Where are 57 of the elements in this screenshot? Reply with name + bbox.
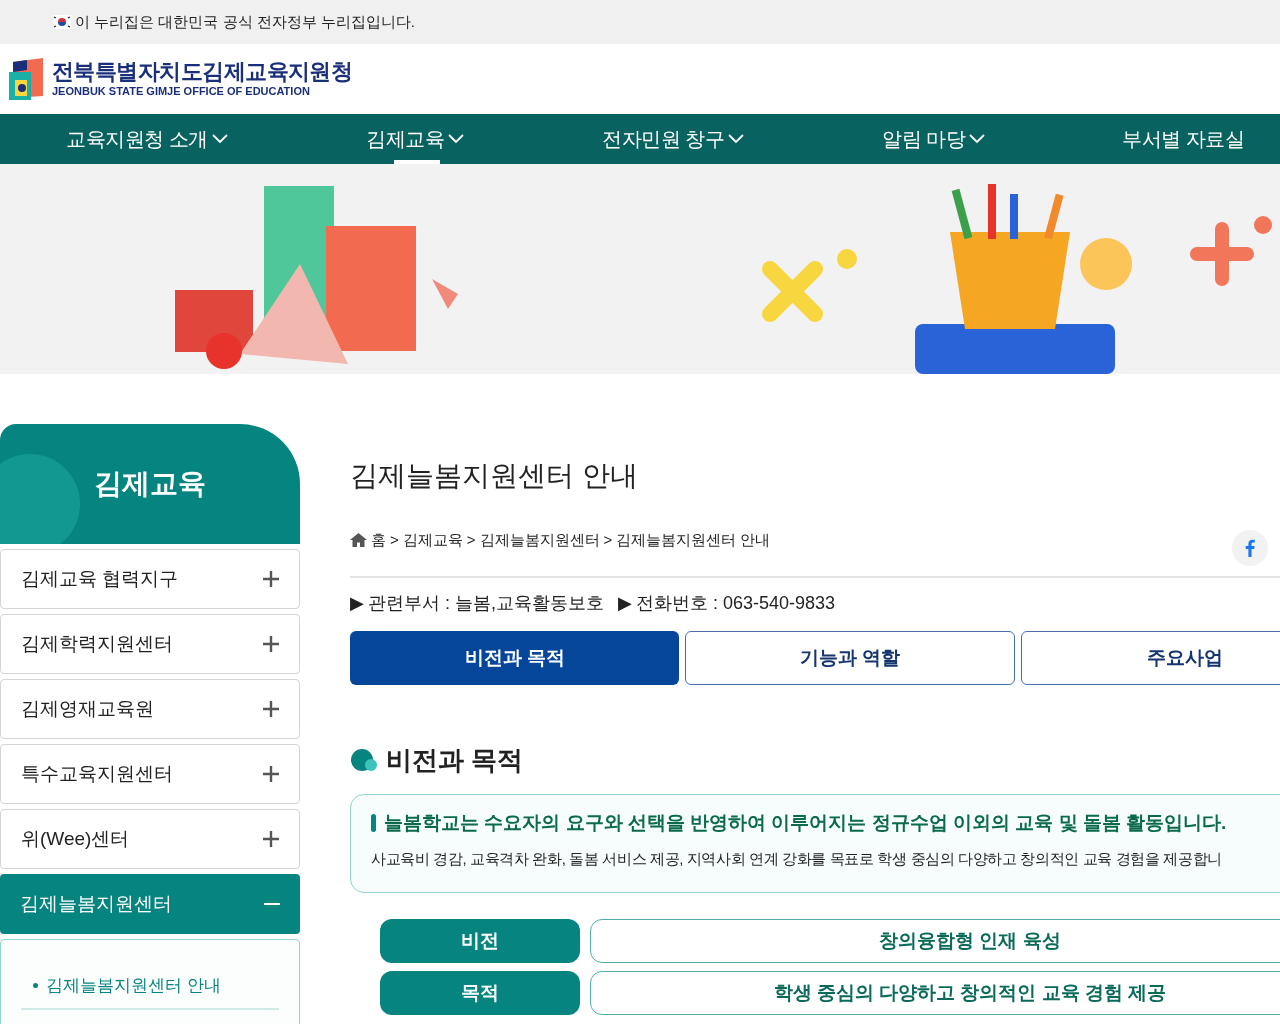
chevron-down-icon (728, 134, 745, 144)
tab[interactable]: 기능과 역할 (685, 631, 1015, 685)
breadcrumb-separator: > (466, 529, 476, 550)
bullet-icon (33, 983, 38, 988)
sidebar-header: 김제교육 (0, 424, 300, 544)
chevron-down-icon (211, 134, 228, 144)
nav-item[interactable]: 김제교육 (366, 114, 602, 164)
row-value: 창의융합형 인재 육성 (590, 919, 1280, 963)
sidebar-item[interactable]: 김제영재교육원 (0, 679, 300, 739)
minus-icon (264, 903, 280, 905)
nav-item[interactable]: 알림 마당 (882, 114, 1122, 164)
row-value: 학생 중심의 다양하고 창의적인 교육 경험 제공 (590, 971, 1280, 1015)
plus-icon (263, 636, 279, 652)
tab[interactable]: 비전과 목적 (350, 631, 680, 685)
bullet-marker: ▶ (350, 592, 364, 615)
breadcrumb-link[interactable]: 김제늘봄지원센터 안내 (616, 528, 771, 552)
nav-item[interactable]: 부서별 자료실 (1122, 114, 1272, 164)
breadcrumb-link[interactable]: 김제교육 (402, 528, 463, 552)
callout-body: 사교육비 경감, 교육격차 완화, 돌봄 서비스 제공, 지역사회 연계 강화를 목표로 학생 중심의 다양하고 창의적인 교육 경험을 제공합니 (371, 848, 1223, 869)
breadcrumb-separator: > (603, 529, 613, 550)
callout-headline: 늘봄학교는 수요자의 요구와 선택을 반영하여 이루어지는 정규수업 이외의 교육 및 돌봄 활동입니다. (384, 811, 1227, 835)
breadcrumb-link[interactable]: 김제늘봄지원센터 (479, 528, 600, 552)
nav-item[interactable]: 전자민원 창구 (602, 114, 882, 164)
logo-title[interactable]: 전북특별자치도김제교육지원청 (52, 61, 353, 83)
bullet-marker: ▶ (618, 592, 632, 615)
plus-icon (263, 766, 279, 782)
flag-icon (53, 15, 71, 29)
logo-icon (9, 58, 46, 100)
sidebar-item[interactable]: 김제학력지원센터 (0, 614, 300, 674)
tab[interactable]: 주요사업 (1020, 631, 1280, 685)
accent-bar (371, 814, 376, 833)
government-notice: 이 누리집은 대한민국 공식 전자정부 누리집입니다. (75, 11, 415, 32)
sidebar-item[interactable]: 김제늘봄지원센터 (0, 874, 300, 934)
plus-icon (263, 831, 279, 847)
plus-icon (263, 571, 279, 587)
chevron-down-icon (969, 134, 986, 144)
section-dot-icon (350, 747, 378, 774)
chevron-down-icon (448, 134, 464, 144)
info-text: 관련부서 : 늘봄,교육활동보호 (368, 592, 604, 615)
info-text: 전화번호 : 063-540-9833 (636, 592, 836, 615)
submenu-item[interactable]: 김제늘봄지원센터 안내 (21, 970, 279, 1011)
page-title: 김제늘봄지원센터 안내 (350, 462, 639, 490)
circle-pattern-icon (0, 454, 80, 544)
section-title: 비전과 목적 (386, 744, 524, 777)
facebook-share-button[interactable] (1232, 530, 1268, 566)
row-label: 목적 (380, 971, 580, 1015)
logo-subtitle: JEONBUK STATE GIMJE OFFICE OF EDUCATION (52, 86, 311, 97)
sidebar-item[interactable]: 김제교육 협력지구 (0, 549, 300, 609)
breadcrumb-link[interactable]: 홈 (371, 528, 386, 552)
sidebar-item[interactable]: 특수교육지원센터 (0, 744, 300, 804)
facebook-icon (1245, 539, 1255, 557)
plus-icon (263, 701, 279, 717)
row-label: 비전 (380, 919, 580, 963)
home-icon (350, 533, 367, 547)
nav-item[interactable]: 교육지원청 소개 (66, 114, 366, 164)
sidebar-item[interactable]: 위(Wee)센터 (0, 809, 300, 869)
breadcrumb-separator: > (390, 529, 399, 550)
